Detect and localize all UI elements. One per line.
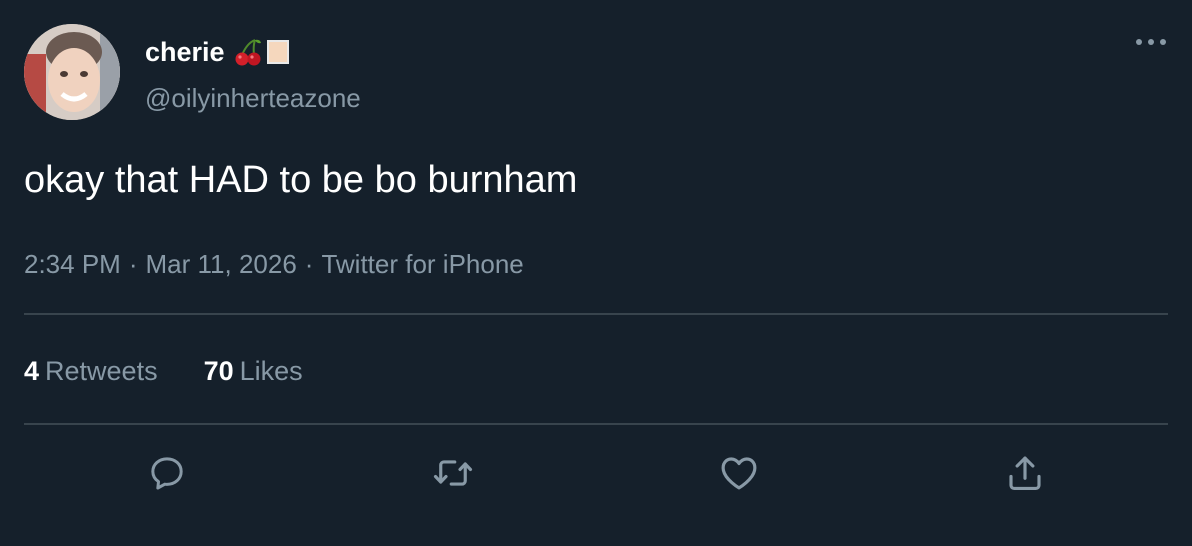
user-handle[interactable]: @oilyinherteazone (145, 82, 361, 114)
tweet-source[interactable]: Twitter for iPhone (321, 246, 523, 282)
likes-label: Likes (239, 356, 303, 386)
engagement-stats: 4 Retweets 70 Likes (24, 353, 303, 389)
share-icon (1009, 456, 1041, 490)
retweet-icon (433, 460, 473, 486)
tweet-metadata: 2:34 PM · Mar 11, 2026 · Twitter for iPh… (24, 246, 524, 282)
retweets-label: Retweets (45, 356, 158, 386)
display-name-text: cherie (145, 37, 225, 67)
retweet-button[interactable] (430, 450, 476, 496)
tweet-card: cherie @oilyinherteazone okay that HAD t… (0, 0, 1192, 546)
tweet-text: okay that HAD to be bo burnham (24, 159, 578, 201)
likes-stat[interactable]: 70 Likes (204, 353, 303, 389)
avatar[interactable] (24, 24, 120, 120)
reply-button[interactable] (144, 450, 190, 496)
separator: · (304, 249, 314, 279)
like-icon (721, 457, 757, 490)
divider (24, 313, 1168, 315)
retweets-stat[interactable]: 4 Retweets (24, 353, 158, 389)
action-bar (0, 450, 1192, 500)
retweets-count: 4 (24, 356, 40, 386)
more-options-icon[interactable] (1134, 32, 1168, 52)
divider (24, 423, 1168, 425)
avatar-image (24, 24, 120, 120)
display-name[interactable]: cherie (145, 35, 289, 69)
reply-icon (151, 457, 183, 490)
tweet-date[interactable]: Mar 11, 2026 (146, 246, 297, 282)
separator: · (128, 249, 138, 279)
likes-count: 70 (203, 356, 234, 386)
cherries-emoji-icon (235, 39, 261, 66)
like-button[interactable] (716, 450, 762, 496)
tweet-time[interactable]: 2:34 PM (24, 246, 121, 282)
share-button[interactable] (1002, 450, 1048, 496)
square-emoji-icon (266, 40, 289, 64)
